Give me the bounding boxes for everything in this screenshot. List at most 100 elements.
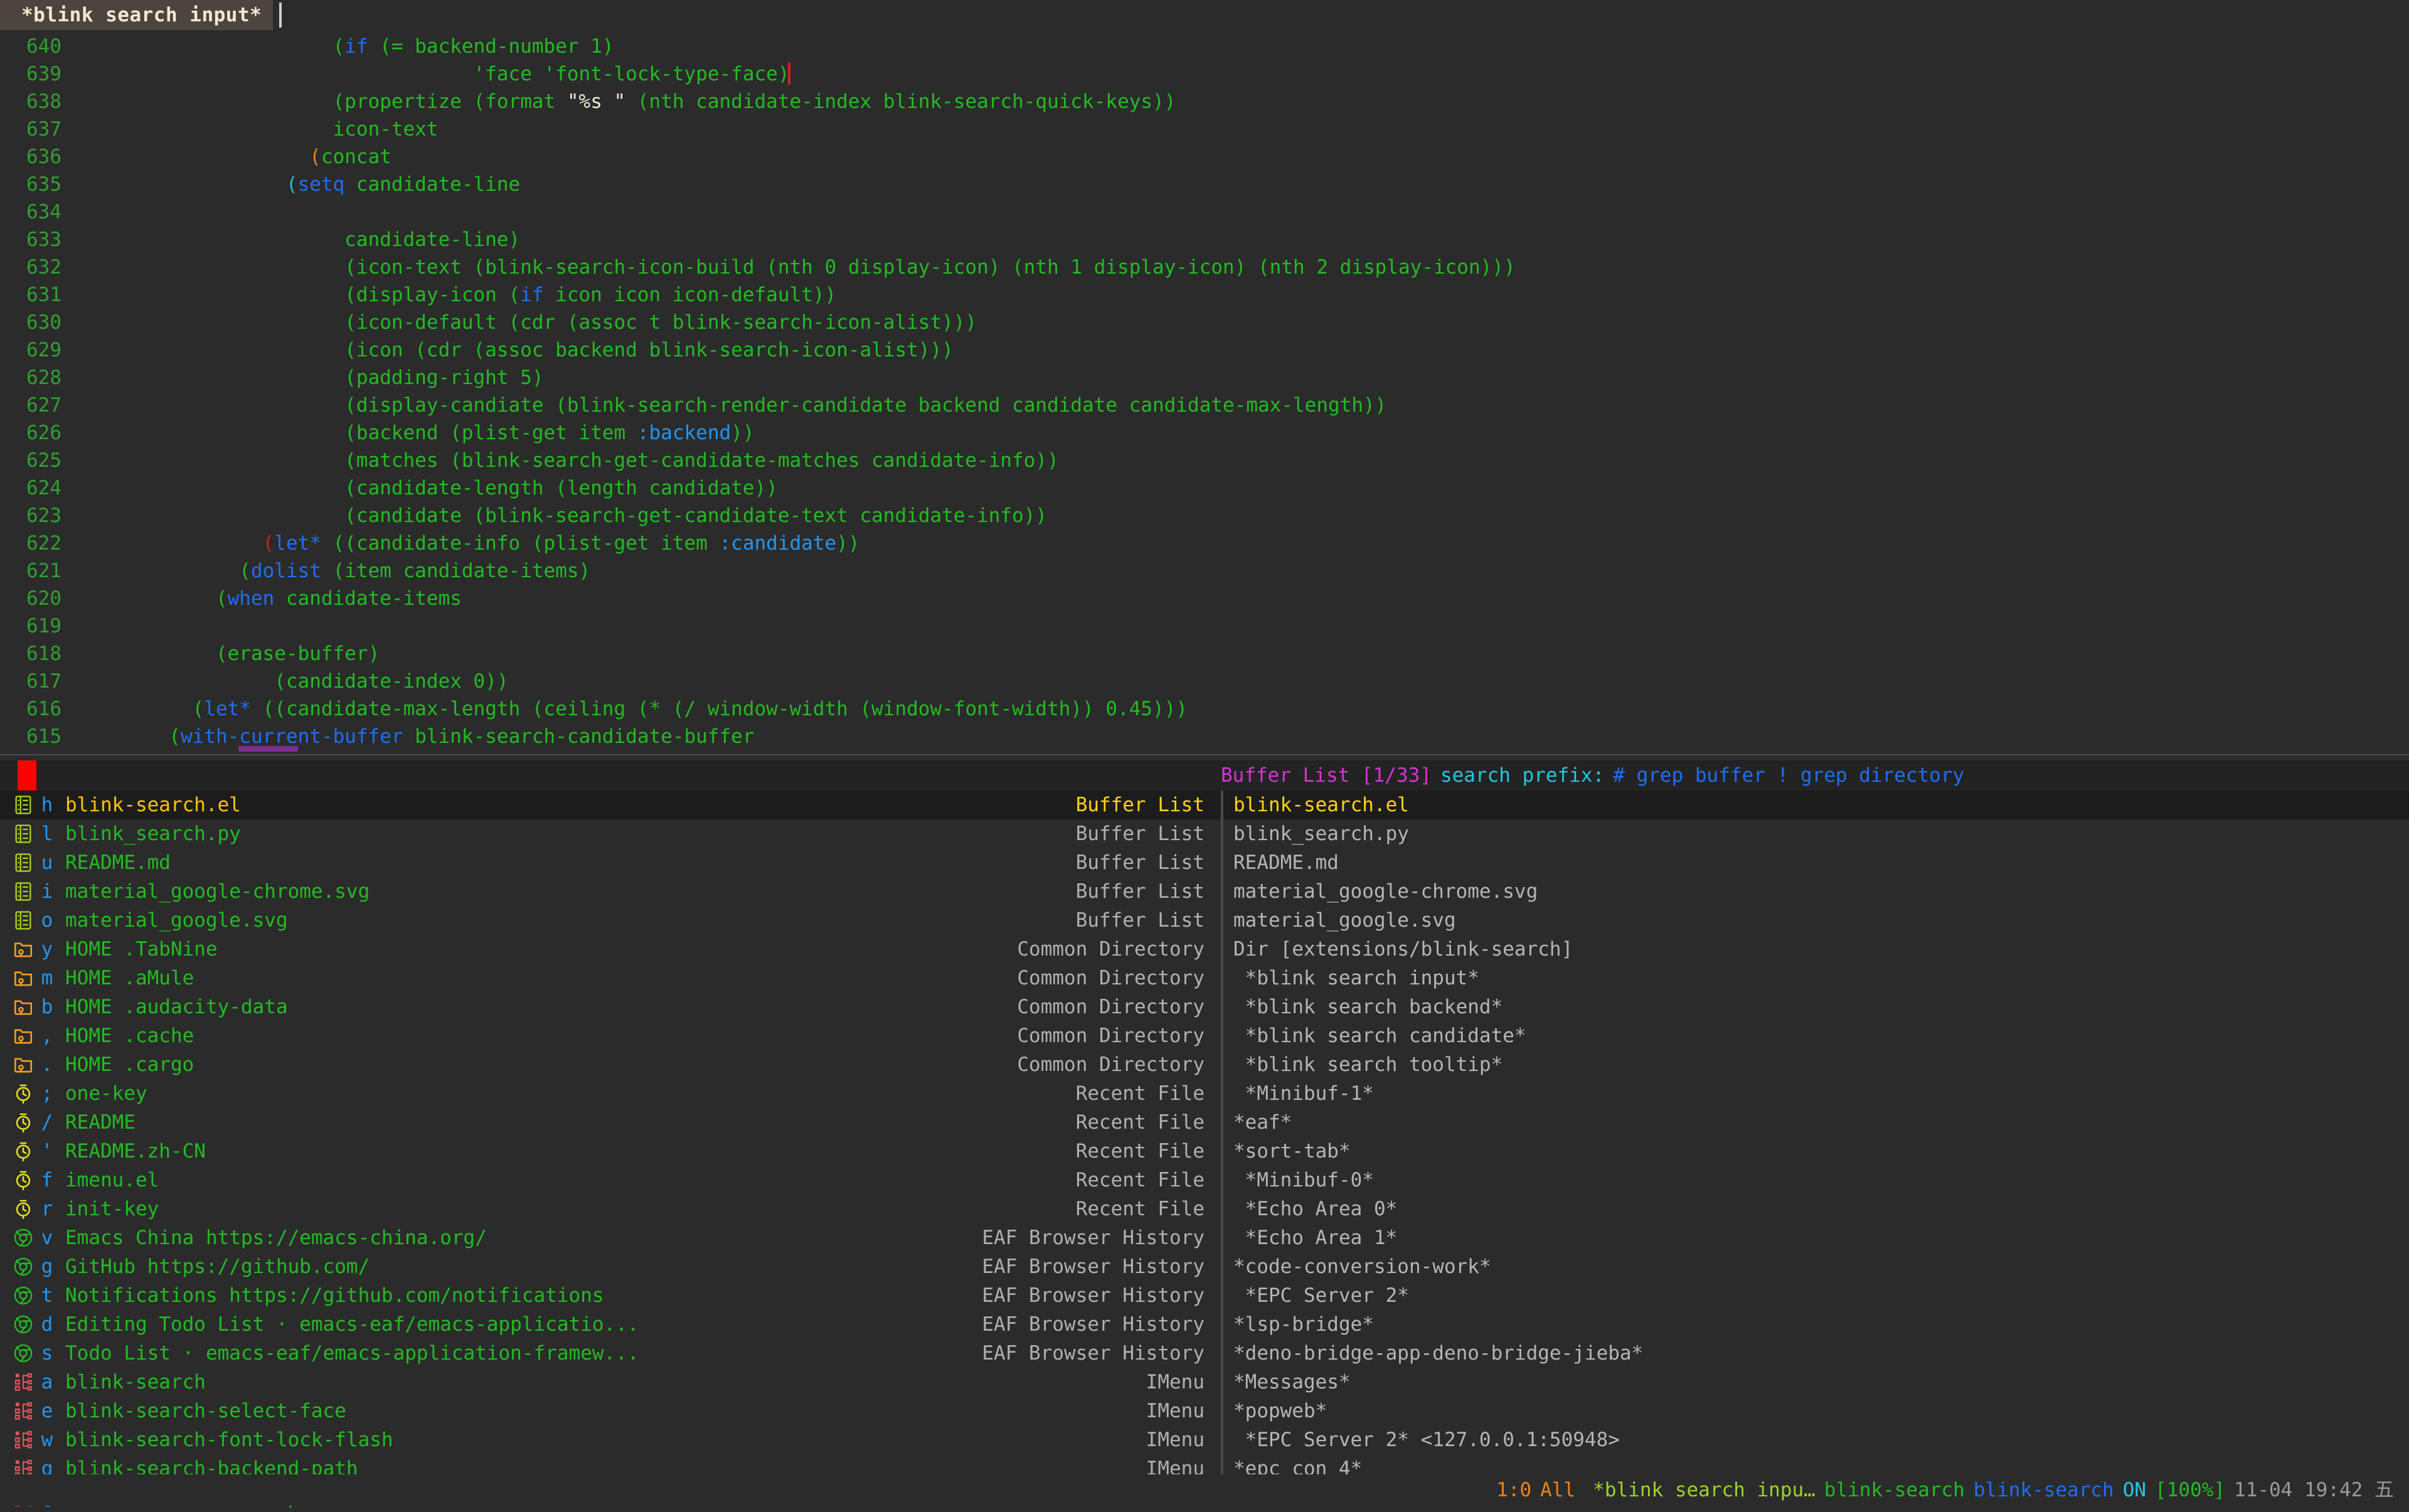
- code-line: 636 (concat: [0, 143, 2409, 171]
- code-token: let*: [274, 532, 321, 555]
- preview-row[interactable]: *blink search tooltip*: [1223, 1050, 2409, 1079]
- candidate-backend-label: EAF Browser History: [982, 1253, 1221, 1280]
- code-line: 621 (dolist (item candidate-items): [0, 557, 2409, 585]
- candidate-label: Notifications https://github.com/notific…: [56, 1282, 982, 1309]
- preview-list[interactable]: blink-search.elblink_search.pyREADME.mdm…: [1223, 791, 2409, 1483]
- preview-row[interactable]: blink-search.el: [1223, 791, 2409, 819]
- header-right: Buffer List [1/33]search prefix:# grep b…: [1221, 760, 2409, 791]
- preview-row[interactable]: *EPC Server 2* <127.0.0.1:50948>: [1223, 1425, 2409, 1454]
- preview-row[interactable]: material_google-chrome.svg: [1223, 877, 2409, 906]
- candidate-row[interactable]: vEmacs China https://emacs-china.org/EAF…: [0, 1223, 1221, 1252]
- code-line-text: (when candidate-items: [75, 585, 462, 612]
- preview-row[interactable]: *eaf*: [1223, 1108, 2409, 1137]
- candidate-row[interactable]: fimenu.elRecent File: [0, 1166, 1221, 1195]
- imenu-icon: [9, 1400, 38, 1422]
- candidate-row[interactable]: imaterial_google-chrome.svgBuffer List: [0, 877, 1221, 906]
- preview-row[interactable]: *code-conversion-work*: [1223, 1252, 2409, 1281]
- code-line-text: (propertize (format "%s " (nth candidate…: [75, 88, 1176, 115]
- candidate-row[interactable]: ;one-keyRecent File: [0, 1079, 1221, 1108]
- code-token: let*: [204, 698, 251, 720]
- preview-row[interactable]: *EPC Server 2*: [1223, 1281, 2409, 1310]
- candidate-row[interactable]: rinit-keyRecent File: [0, 1195, 1221, 1223]
- candidate-row[interactable]: uREADME.mdBuffer List: [0, 848, 1221, 877]
- preview-row[interactable]: Dir [extensions/blink-search]: [1223, 935, 2409, 964]
- preview-row[interactable]: *blink search backend*: [1223, 993, 2409, 1021]
- preview-row[interactable]: README.md: [1223, 848, 2409, 877]
- code-line: 626 (backend (plist-get item :backend)): [0, 419, 2409, 447]
- code-token: (display-candiate (blink-search-render-c…: [75, 394, 1386, 417]
- buffer-list-icon: [9, 794, 38, 816]
- code-line: 640 (if (= backend-number 1): [0, 33, 2409, 60]
- preview-row[interactable]: *blink search candidate*: [1223, 1021, 2409, 1050]
- preview-row[interactable]: *Echo Area 1*: [1223, 1223, 2409, 1252]
- code-line-text: (candidate (blink-search-get-candidate-t…: [75, 502, 1047, 530]
- candidate-row[interactable]: wblink-search-font-lock-flashIMenu: [0, 1425, 1221, 1454]
- candidate-row[interactable]: eblink-search-select-faceIMenu: [0, 1397, 1221, 1425]
- candidate-row[interactable]: omaterial_google.svgBuffer List: [0, 906, 1221, 935]
- candidate-row[interactable]: dEditing Todo List · emacs-eaf/emacs-app…: [0, 1310, 1221, 1339]
- code-token: candidate-items: [274, 587, 462, 610]
- code-token: blink-search-candidate-buffer: [403, 725, 755, 748]
- preview-row[interactable]: material_google.svg: [1223, 906, 2409, 935]
- line-number: 629: [0, 336, 75, 364]
- candidate-row[interactable]: 'README.zh-CNRecent File: [0, 1137, 1221, 1166]
- candidate-header-line: Buffer List [1/33]search prefix:# grep b…: [0, 760, 2409, 791]
- preview-row[interactable]: *Messages*: [1223, 1368, 2409, 1397]
- code-token: ((candidate-max-length (ceiling (* (/ wi…: [251, 698, 1188, 720]
- code-line: 622 (let* ((candidate-info (plist-get it…: [0, 530, 2409, 557]
- preview-row[interactable]: *Echo Area 0*: [1223, 1195, 2409, 1223]
- candidate-row[interactable]: .HOME .cargoCommon Directory: [0, 1050, 1221, 1079]
- preview-row[interactable]: *lsp-bridge*: [1223, 1310, 2409, 1339]
- candidate-row[interactable]: gGitHub https://github.com/EAF Browser H…: [0, 1252, 1221, 1281]
- candidate-label: HOME .TabNine: [56, 935, 1017, 963]
- candidate-backend-label: EAF Browser History: [982, 1224, 1221, 1252]
- line-number: 615: [0, 723, 75, 750]
- imenu-icon: [9, 1429, 38, 1451]
- preview-row[interactable]: *Minibuf-0*: [1223, 1166, 2409, 1195]
- candidate-row[interactable]: tNotifications https://github.com/notifi…: [0, 1281, 1221, 1310]
- candidate-label: one-key: [56, 1080, 1076, 1107]
- candidate-quick-key: i: [38, 878, 56, 905]
- line-number: 630: [0, 309, 75, 336]
- candidate-label: imenu.el: [56, 1166, 1076, 1194]
- line-number: 622: [0, 530, 75, 557]
- preview-row[interactable]: *sort-tab*: [1223, 1137, 2409, 1166]
- candidate-label: README.zh-CN: [56, 1137, 1076, 1165]
- candidate-quick-key: b: [38, 993, 56, 1021]
- candidate-row[interactable]: yHOME .TabNineCommon Directory: [0, 935, 1221, 964]
- candidate-quick-key: v: [38, 1224, 56, 1252]
- code-line: 630 (icon-default (cdr (assoc t blink-se…: [0, 309, 2409, 336]
- candidate-row[interactable]: bHOME .audacity-dataCommon Directory: [0, 993, 1221, 1021]
- preview-row[interactable]: *blink search input*: [1223, 964, 2409, 993]
- line-number: 614: [0, 750, 75, 754]
- code-line-text: (display-icon (if icon icon icon-default…: [75, 281, 836, 309]
- code-token: (= backend-number 1): [368, 35, 614, 58]
- code-token: (padding-right 5): [75, 366, 544, 389]
- candidate-row[interactable]: ,HOME .cacheCommon Directory: [0, 1021, 1221, 1050]
- preview-row[interactable]: *popweb*: [1223, 1397, 2409, 1425]
- candidate-list[interactable]: hblink-search.elBuffer Listlblink_search…: [0, 791, 1221, 1483]
- code-token: (: [75, 173, 298, 196]
- line-number: 632: [0, 253, 75, 281]
- folder-icon: [9, 996, 38, 1018]
- tab-blink-search-input[interactable]: *blink search input*: [0, 0, 273, 30]
- candidate-row[interactable]: /READMERecent File: [0, 1108, 1221, 1137]
- candidate-row[interactable]: hblink-search.elBuffer List: [0, 791, 1221, 819]
- code-editor-buffer[interactable]: 640 (if (= backend-number 1)639 'face 'f…: [0, 30, 2409, 754]
- candidate-row[interactable]: ablink-searchIMenu: [0, 1368, 1221, 1397]
- candidate-row[interactable]: lblink_search.pyBuffer List: [0, 819, 1221, 848]
- candidate-quick-key: t: [38, 1282, 56, 1309]
- candidate-row[interactable]: mHOME .aMuleCommon Directory: [0, 964, 1221, 993]
- code-line: 635 (setq candidate-line: [0, 171, 2409, 198]
- preview-row[interactable]: blink_search.py: [1223, 819, 2409, 848]
- candidate-backend-label: Buffer List: [1076, 820, 1221, 848]
- candidate-row[interactable]: sTodo List · emacs-eaf/emacs-application…: [0, 1339, 1221, 1368]
- candidate-backend-label: Common Directory: [1017, 964, 1221, 992]
- browser-icon: [9, 1314, 38, 1335]
- preview-row[interactable]: *Minibuf-1*: [1223, 1079, 2409, 1108]
- candidate-label: HOME .aMule: [56, 964, 1017, 992]
- candidate-backend-label: Recent File: [1076, 1166, 1221, 1194]
- code-token: (display-icon (: [75, 284, 520, 306]
- candidate-quick-key: d: [38, 1311, 56, 1338]
- preview-row[interactable]: *deno-bridge-app-deno-bridge-jieba*: [1223, 1339, 2409, 1368]
